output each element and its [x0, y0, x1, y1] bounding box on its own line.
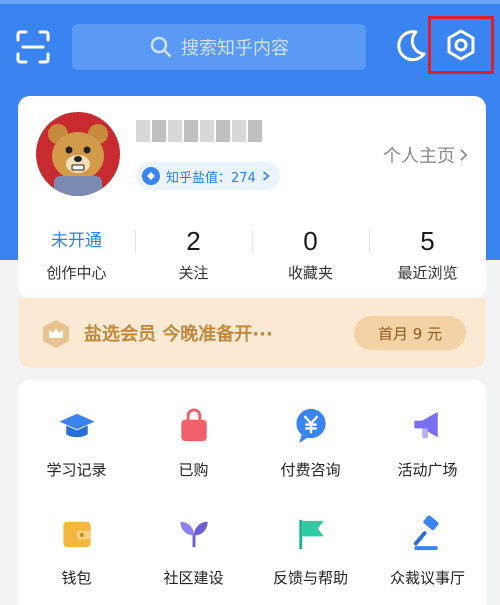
grid-item-paid-consult[interactable]: 付费咨询 — [252, 380, 369, 480]
grid-item-arbitration-hall[interactable]: 众裁议事厅 — [369, 488, 486, 588]
search-placeholder: 搜索知乎内容 — [181, 38, 289, 59]
graduation-cap-icon — [58, 413, 95, 438]
username-blurred — [136, 120, 262, 142]
vip-banner[interactable]: 盐选会员 今晚准备开··· 首月 9 元 — [18, 298, 486, 368]
settings-gear-icon[interactable] — [445, 29, 477, 61]
wallet-icon — [62, 521, 91, 548]
grid-item-label: 众裁议事厅 — [389, 569, 465, 587]
grid-item-feedback[interactable]: 反馈与帮助 — [252, 488, 369, 588]
stat-following[interactable]: 2 关注 — [135, 222, 252, 286]
profile-card: 知乎盐值：274 个人主页 未开通 创作中心 2 关注 0 收藏夹 5 最近浏览 — [18, 96, 486, 298]
salt-value-label: 知乎盐值：274 — [166, 170, 256, 186]
status-bar — [0, 0, 500, 14]
stat-value: 5 — [420, 225, 435, 256]
stat-value: 2 — [186, 225, 201, 256]
search-input[interactable]: 搜索知乎内容 — [72, 24, 366, 70]
sprout-icon — [179, 521, 208, 548]
grid-item-study-record[interactable]: 学习记录 — [18, 380, 135, 480]
top-nav: 搜索知乎内容 — [0, 14, 500, 76]
gavel-icon — [413, 515, 438, 551]
grid-item-community[interactable]: 社区建设 — [135, 488, 252, 588]
vip-first-month-button[interactable]: 首月 9 元 — [354, 316, 466, 350]
stat-collections[interactable]: 0 收藏夹 — [252, 222, 369, 286]
bear-avatar-icon — [48, 124, 108, 196]
salt-icon — [142, 167, 160, 185]
stat-label: 创作中心 — [46, 263, 107, 282]
stat-label: 收藏夹 — [287, 263, 333, 282]
search-icon — [150, 36, 172, 58]
stat-label: 关注 — [178, 263, 209, 282]
chevron-right-icon — [262, 171, 270, 181]
grid-item-label: 已购 — [178, 461, 209, 479]
grid-item-label: 活动广场 — [397, 461, 458, 479]
grid-item-purchased[interactable]: 已购 — [135, 380, 252, 480]
grid-item-label: 反馈与帮助 — [272, 569, 348, 587]
stat-value: 0 — [303, 225, 318, 256]
vip-promo-text: 盐选会员 今晚准备开··· — [84, 324, 273, 345]
shopping-bag-icon — [180, 408, 207, 442]
crown-icon — [43, 320, 69, 348]
yen-chat-icon — [295, 408, 326, 444]
feature-grid: 学习记录 已购 付费咨询 活动广场 钱包 社区建设 反馈与帮助 众裁议事厅 — [18, 380, 486, 605]
grid-item-label: 钱包 — [61, 569, 92, 587]
grid-item-wallet[interactable]: 钱包 — [18, 488, 135, 588]
grid-item-label: 社区建设 — [163, 569, 224, 587]
stat-creator-center[interactable]: 未开通 创作中心 — [18, 222, 135, 286]
avatar[interactable] — [36, 112, 120, 196]
homepage-link-label: 个人主页 — [383, 146, 455, 167]
chevron-right-icon — [460, 149, 468, 161]
moon-icon[interactable] — [392, 28, 428, 64]
personal-homepage-link[interactable]: 个人主页 — [383, 142, 468, 168]
grid-item-label: 学习记录 — [46, 461, 107, 479]
flag-icon — [298, 519, 324, 550]
megaphone-icon — [413, 411, 438, 439]
stats-row: 未开通 创作中心 2 关注 0 收藏夹 5 最近浏览 — [18, 222, 486, 286]
settings-highlight — [428, 16, 494, 74]
grid-item-activity-plaza[interactable]: 活动广场 — [369, 380, 486, 480]
grid-item-label: 付费咨询 — [280, 461, 341, 479]
stat-value: 未开通 — [51, 230, 102, 250]
scan-icon[interactable] — [16, 30, 50, 64]
salt-value-badge[interactable]: 知乎盐值：274 — [136, 162, 280, 190]
stat-recent-views[interactable]: 5 最近浏览 — [369, 222, 486, 286]
stat-label: 最近浏览 — [397, 263, 458, 282]
